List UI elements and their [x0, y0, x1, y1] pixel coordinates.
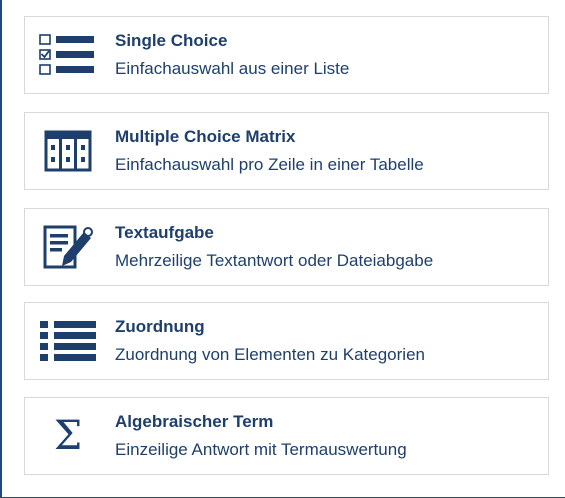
question-type-single-choice[interactable]: Single Choice Einfachauswahl aus einer L…	[24, 16, 549, 94]
item-description: Zuordnung von Elementen zu Kategorien	[115, 345, 425, 364]
text-edit-icon	[37, 222, 99, 272]
item-title: Textaufgabe	[115, 223, 214, 242]
item-description: Einzeilige Antwort mit Termauswertung	[115, 440, 407, 459]
item-title: Single Choice	[115, 31, 228, 50]
question-type-textaufgabe[interactable]: Textaufgabe Mehrzeilige Textantwort oder…	[24, 208, 549, 286]
single-choice-list-icon	[37, 30, 99, 80]
item-title: Algebraischer Term	[115, 412, 274, 431]
list-icon	[37, 316, 99, 366]
question-type-panel: Single Choice Einfachauswahl aus einer L…	[0, 0, 565, 498]
item-description: Einfachauswahl pro Zeile in einer Tabell…	[115, 155, 424, 174]
matrix-table-icon	[37, 126, 99, 176]
question-type-algebraischer-term[interactable]: Σ Algebraischer Term Einzeilige Antwort …	[24, 397, 549, 475]
question-type-zuordnung[interactable]: Zuordnung Zuordnung von Elementen zu Kat…	[24, 302, 549, 380]
item-title: Zuordnung	[115, 317, 205, 336]
question-type-matrix[interactable]: Multiple Choice Matrix Einfachauswahl pr…	[24, 112, 549, 190]
sigma-icon: Σ	[53, 413, 83, 459]
item-title: Multiple Choice Matrix	[115, 127, 296, 146]
item-description: Einfachauswahl aus einer Liste	[115, 59, 350, 78]
item-description: Mehrzeilige Textantwort oder Dateiabgabe	[115, 251, 434, 270]
